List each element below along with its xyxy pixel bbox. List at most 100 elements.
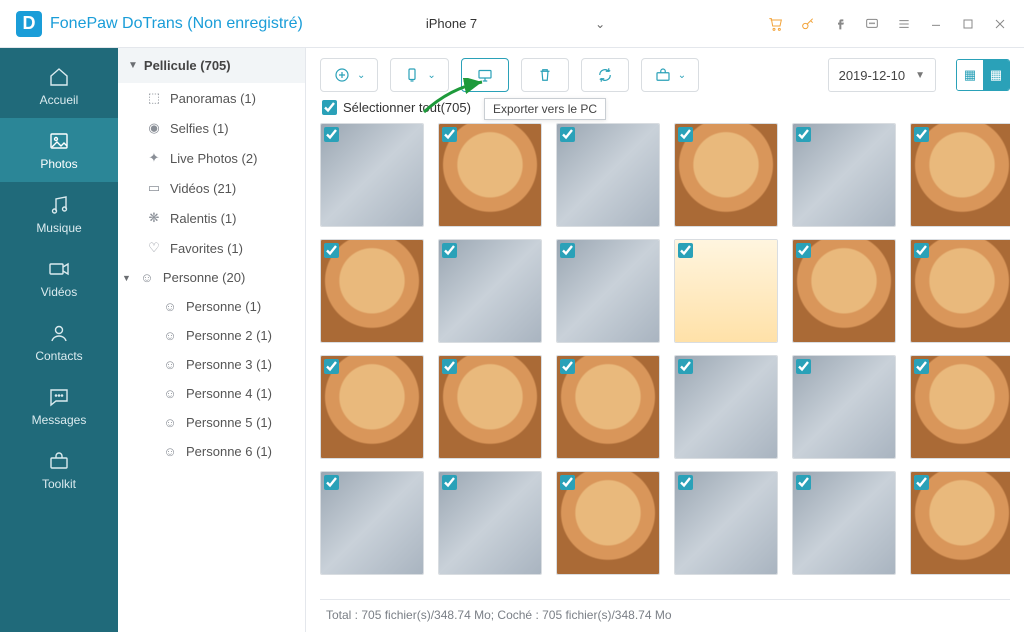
tree-item-person[interactable]: ☺Personne (1): [118, 292, 305, 321]
category-icon: ♡: [146, 240, 162, 256]
tree-item-person[interactable]: ☺Personne 4 (1): [118, 379, 305, 408]
photo-thumbnail[interactable]: [910, 239, 1010, 343]
chevron-down-icon: ▼: [122, 273, 131, 283]
tree-item[interactable]: ✦Live Photos (2): [118, 143, 305, 173]
person-icon: ☺: [162, 415, 178, 430]
album-button[interactable]: ⌄: [641, 58, 699, 92]
chevron-down-icon: ⌄: [427, 70, 435, 81]
thumbnail-checkbox[interactable]: [914, 243, 929, 258]
photo-thumbnail[interactable]: [792, 123, 896, 227]
cart-icon[interactable]: [762, 10, 790, 38]
thumbnail-checkbox[interactable]: [678, 475, 693, 490]
select-all[interactable]: Sélectionner tout(705): [322, 100, 1010, 115]
date-picker[interactable]: 2019-12-10 ▼: [828, 58, 936, 92]
tree-item-person[interactable]: ☺Personne 2 (1): [118, 321, 305, 350]
thumbnail-checkbox[interactable]: [324, 475, 339, 490]
tree-item[interactable]: ♡Favorites (1): [118, 233, 305, 263]
tree-item-label: Personne 2 (1): [186, 328, 272, 343]
photo-thumbnail[interactable]: [792, 471, 896, 575]
thumbnail-checkbox[interactable]: [796, 359, 811, 374]
tree-item-label: Panoramas (1): [170, 91, 256, 106]
facebook-icon[interactable]: [826, 10, 854, 38]
feedback-icon[interactable]: [858, 10, 886, 38]
photo-thumbnail[interactable]: [792, 239, 896, 343]
photo-thumbnail[interactable]: [674, 239, 778, 343]
photo-thumbnail[interactable]: [320, 239, 424, 343]
refresh-button[interactable]: [581, 58, 629, 92]
tree-item-personne[interactable]: ▼ ☺ Personne (20): [118, 263, 305, 292]
photo-thumbnail[interactable]: [556, 123, 660, 227]
thumbnail-checkbox[interactable]: [442, 359, 457, 374]
thumbnail-checkbox[interactable]: [324, 127, 339, 142]
photo-thumbnail[interactable]: [556, 471, 660, 575]
thumbnail-checkbox[interactable]: [560, 359, 575, 374]
photo-thumbnail[interactable]: [674, 355, 778, 459]
tree-item-person[interactable]: ☺Personne 5 (1): [118, 408, 305, 437]
nav-toolkit[interactable]: Toolkit: [0, 438, 118, 502]
thumbnail-checkbox[interactable]: [678, 243, 693, 258]
nav-contacts[interactable]: Contacts: [0, 310, 118, 374]
photo-thumbnail[interactable]: [910, 355, 1010, 459]
nav-music[interactable]: Musique: [0, 182, 118, 246]
photo-thumbnail[interactable]: [556, 355, 660, 459]
photo-thumbnail[interactable]: [320, 471, 424, 575]
close-icon[interactable]: [986, 10, 1014, 38]
maximize-icon[interactable]: [954, 10, 982, 38]
photo-thumbnail[interactable]: [674, 471, 778, 575]
thumbnail-checkbox[interactable]: [560, 243, 575, 258]
photo-thumbnail[interactable]: [792, 355, 896, 459]
thumbnail-checkbox[interactable]: [914, 475, 929, 490]
photo-thumbnail[interactable]: [910, 123, 1010, 227]
photo-thumbnail[interactable]: [674, 123, 778, 227]
tree-item-label: Ralentis (1): [170, 211, 236, 226]
thumbnail-checkbox[interactable]: [442, 127, 457, 142]
thumbnail-checkbox[interactable]: [442, 475, 457, 490]
photo-thumbnail[interactable]: [438, 355, 542, 459]
thumbnail-checkbox[interactable]: [796, 243, 811, 258]
photo-thumbnail[interactable]: [320, 123, 424, 227]
photo-thumbnail[interactable]: [438, 471, 542, 575]
nav-home[interactable]: Accueil: [0, 54, 118, 118]
photo-thumbnail[interactable]: [910, 471, 1010, 575]
device-selector[interactable]: iPhone 7 ⌄: [403, 11, 620, 36]
to-device-button[interactable]: ⌄: [390, 58, 448, 92]
thumbnail-checkbox[interactable]: [914, 127, 929, 142]
nav-videos[interactable]: Vidéos: [0, 246, 118, 310]
chevron-down-icon: ⌄: [595, 17, 605, 31]
thumbnail-checkbox[interactable]: [324, 359, 339, 374]
thumbnail-checkbox[interactable]: [678, 359, 693, 374]
app-title: FonePaw DoTrans (Non enregistré): [50, 15, 303, 33]
tree-item-person[interactable]: ☺Personne 3 (1): [118, 350, 305, 379]
menu-icon[interactable]: [890, 10, 918, 38]
tree-item-person[interactable]: ☺Personne 6 (1): [118, 437, 305, 466]
view-grid-large-button[interactable]: ▦: [957, 60, 983, 90]
thumbnail-checkbox[interactable]: [914, 359, 929, 374]
photo-thumbnail[interactable]: [320, 355, 424, 459]
tree-item[interactable]: ⬚Panoramas (1): [118, 83, 305, 113]
thumbnail-checkbox[interactable]: [442, 243, 457, 258]
thumbnail-checkbox[interactable]: [560, 127, 575, 142]
delete-button[interactable]: [521, 58, 569, 92]
photo-thumbnail[interactable]: [556, 239, 660, 343]
export-pc-button[interactable]: [461, 58, 509, 92]
nav-home-label: Accueil: [40, 93, 79, 107]
nav-photos[interactable]: Photos: [0, 118, 118, 182]
tree-item[interactable]: ❋Ralentis (1): [118, 203, 305, 233]
select-all-checkbox[interactable]: [322, 100, 337, 115]
thumbnail-checkbox[interactable]: [324, 243, 339, 258]
thumbnail-checkbox[interactable]: [796, 475, 811, 490]
key-icon[interactable]: [794, 10, 822, 38]
tree-item[interactable]: ◉Selfies (1): [118, 113, 305, 143]
nav-messages[interactable]: Messages: [0, 374, 118, 438]
thumbnail-checkbox[interactable]: [796, 127, 811, 142]
category-tree: ▼ Pellicule (705) ⬚Panoramas (1)◉Selfies…: [118, 48, 306, 632]
add-button[interactable]: ⌄: [320, 58, 378, 92]
thumbnail-checkbox[interactable]: [560, 475, 575, 490]
photo-thumbnail[interactable]: [438, 123, 542, 227]
minimize-icon[interactable]: [922, 10, 950, 38]
photo-thumbnail[interactable]: [438, 239, 542, 343]
tree-root-pellicule[interactable]: ▼ Pellicule (705): [118, 48, 305, 83]
tree-item[interactable]: ▭Vidéos (21): [118, 173, 305, 203]
thumbnail-checkbox[interactable]: [678, 127, 693, 142]
view-grid-small-button[interactable]: ▦: [983, 60, 1009, 90]
